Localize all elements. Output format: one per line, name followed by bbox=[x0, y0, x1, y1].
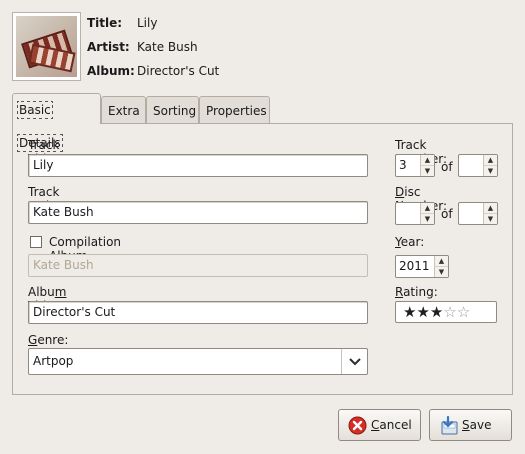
header-album-row: Album: Director's Cut bbox=[87, 64, 219, 78]
rating-star-icon[interactable]: ★ bbox=[403, 303, 416, 321]
tab-extra-label: Extra bbox=[108, 104, 140, 118]
save-button-label: Save bbox=[462, 418, 492, 432]
track-artist-input[interactable]: Kate Bush bbox=[28, 201, 368, 224]
genre-label: Genre: bbox=[28, 333, 69, 347]
spin-up-icon[interactable]: ▲ bbox=[421, 203, 434, 213]
spin-up-icon[interactable]: ▲ bbox=[421, 155, 434, 165]
genre-combo[interactable]: Artpop bbox=[28, 348, 368, 375]
track-number-value: 3 bbox=[399, 158, 407, 172]
chevron-down-icon[interactable] bbox=[341, 349, 367, 374]
rating-star-icon[interactable]: ★ bbox=[430, 303, 443, 321]
spin-down-icon[interactable]: ▼ bbox=[421, 165, 434, 175]
cancel-button-label: Cancel bbox=[371, 418, 412, 432]
tab-properties-label: Properties bbox=[206, 104, 267, 118]
tab-sorting-label: Sorting bbox=[153, 104, 197, 118]
year-spin[interactable]: 2011 ▲ ▼ bbox=[395, 255, 449, 278]
disc-number-arrows[interactable]: ▲ ▼ bbox=[420, 203, 434, 224]
rating-star-icon[interactable]: ☆ bbox=[443, 303, 456, 321]
header-title-row: Title: Lily bbox=[87, 16, 157, 30]
header-album-key: Album: bbox=[87, 64, 135, 78]
disc-of-label: of bbox=[441, 207, 453, 221]
disc-total-arrows[interactable]: ▲ ▼ bbox=[483, 203, 497, 224]
track-number-arrows[interactable]: ▲ ▼ bbox=[420, 155, 434, 176]
track-title-input[interactable]: Lily bbox=[28, 154, 368, 177]
album-artist-input: Kate Bush bbox=[28, 254, 368, 277]
spin-up-icon[interactable]: ▲ bbox=[435, 256, 448, 266]
spin-down-icon[interactable]: ▼ bbox=[435, 266, 448, 276]
tab-sorting[interactable]: Sorting bbox=[146, 96, 199, 123]
disc-number-spin[interactable]: ▲ ▼ bbox=[395, 202, 435, 225]
spin-down-icon[interactable]: ▼ bbox=[421, 213, 434, 223]
rating-stars[interactable]: ★★★☆☆ bbox=[395, 301, 497, 323]
tab-extra[interactable]: Extra bbox=[101, 96, 146, 123]
save-icon bbox=[439, 415, 458, 435]
tab-basic-details[interactable]: Basic Details bbox=[12, 93, 101, 152]
header-artist-row: Artist: Kate Bush bbox=[87, 40, 198, 54]
spin-down-icon[interactable]: ▼ bbox=[484, 213, 497, 223]
compilation-checkbox[interactable] bbox=[30, 236, 42, 248]
rating-star-icon[interactable]: ★ bbox=[416, 303, 429, 321]
rating-star-icon[interactable]: ☆ bbox=[457, 303, 470, 321]
year-value: 2011 bbox=[399, 259, 430, 273]
album-title-input[interactable]: Director's Cut bbox=[28, 301, 368, 324]
track-total-arrows[interactable]: ▲ ▼ bbox=[483, 155, 497, 176]
spin-up-icon[interactable]: ▲ bbox=[484, 155, 497, 165]
year-label: Year: bbox=[395, 235, 425, 249]
track-of-label: of bbox=[441, 160, 453, 174]
track-total-spin[interactable]: ▲ ▼ bbox=[458, 154, 498, 177]
track-number-spin[interactable]: 3 ▲ ▼ bbox=[395, 154, 435, 177]
spin-down-icon[interactable]: ▼ bbox=[484, 165, 497, 175]
cancel-button[interactable]: Cancel bbox=[338, 409, 421, 441]
cancel-icon bbox=[348, 416, 367, 435]
album-art bbox=[12, 12, 81, 81]
header-title-value: Lily bbox=[137, 16, 158, 30]
header-album-value: Director's Cut bbox=[137, 64, 220, 78]
tab-properties[interactable]: Properties bbox=[199, 96, 270, 123]
spin-up-icon[interactable]: ▲ bbox=[484, 203, 497, 213]
rating-label: Rating: bbox=[395, 285, 438, 299]
disc-total-spin[interactable]: ▲ ▼ bbox=[458, 202, 498, 225]
year-arrows[interactable]: ▲ ▼ bbox=[434, 256, 448, 277]
header-title-key: Title: bbox=[87, 16, 123, 30]
album-art-image bbox=[16, 16, 77, 77]
track-properties-dialog: Title: Lily Artist: Kate Bush Album: Direct… bbox=[0, 0, 525, 454]
header-artist-key: Artist: bbox=[87, 40, 130, 54]
save-button[interactable]: Save bbox=[429, 409, 512, 441]
header-artist-value: Kate Bush bbox=[137, 40, 198, 54]
genre-combo-value: Artpop bbox=[33, 354, 74, 368]
